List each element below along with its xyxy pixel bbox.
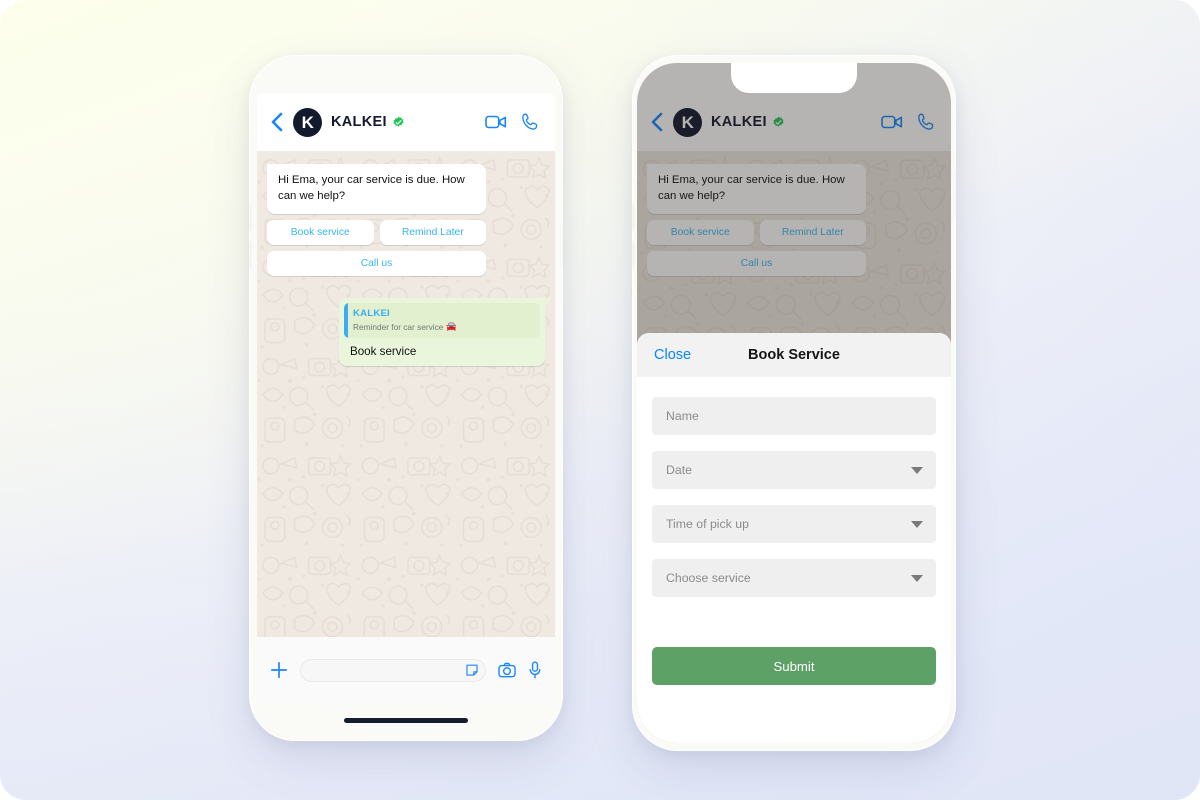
- quoted-message-text: Reminder for car service: [353, 321, 444, 332]
- outgoing-message-row: KALKEI Reminder for car service 🚘 Book s…: [267, 298, 552, 367]
- sticker-icon[interactable]: [465, 663, 479, 677]
- page-background: K KALKEI Hi Ema, your car service is due…: [0, 0, 1200, 800]
- submit-button-wrapper: Submit: [637, 647, 951, 743]
- name-field-placeholder: Name: [666, 409, 699, 423]
- phone-mockup-right: K KALKEI Hi Ema, your car service is due…: [632, 55, 956, 751]
- name-field[interactable]: Name: [652, 397, 936, 435]
- outgoing-message-text: Book service: [350, 345, 417, 359]
- avatar[interactable]: K: [293, 107, 322, 137]
- close-button[interactable]: Close: [654, 347, 691, 363]
- choose-service-placeholder: Choose service: [666, 571, 751, 585]
- message-column: Hi Ema, your car service is due. How can…: [267, 164, 486, 277]
- phone-left-volume-up-button[interactable]: [249, 205, 251, 231]
- phone-right-volume-down-button[interactable]: [632, 241, 634, 267]
- phone-right-power-button[interactable]: [954, 173, 956, 219]
- incoming-message-bubble: Hi Ema, your car service is due. How can…: [267, 164, 486, 215]
- date-field-placeholder: Date: [666, 463, 692, 477]
- chat-header-left: K KALKEI: [257, 93, 555, 152]
- phone-right-volume-up-button[interactable]: [632, 205, 634, 231]
- verified-badge-icon: [393, 116, 404, 127]
- phone-right-screen: K KALKEI Hi Ema, your car service is due…: [637, 63, 951, 743]
- quoted-message[interactable]: KALKEI Reminder for car service 🚘: [344, 303, 540, 339]
- phone-notch: [731, 63, 857, 93]
- chat-input-bar-left: [257, 637, 555, 703]
- submit-button[interactable]: Submit: [652, 647, 936, 685]
- time-of-pickup-field[interactable]: Time of pick up: [652, 505, 936, 543]
- quick-reply-row: Book service Remind Later: [267, 220, 486, 246]
- quick-reply-call-us[interactable]: Call us: [267, 251, 486, 277]
- time-of-pickup-placeholder: Time of pick up: [666, 517, 749, 531]
- choose-service-field[interactable]: Choose service: [652, 559, 936, 597]
- video-call-icon[interactable]: [485, 111, 507, 133]
- quick-reply-remind-later[interactable]: Remind Later: [379, 220, 486, 246]
- back-chevron-icon[interactable]: [269, 111, 285, 133]
- date-field[interactable]: Date: [652, 451, 936, 489]
- brand-name[interactable]: KALKEI: [331, 114, 387, 130]
- phone-left-screen: K KALKEI Hi Ema, your car service is due…: [257, 93, 555, 703]
- chat-body-left: Hi Ema, your car service is due. How can…: [257, 152, 555, 637]
- quick-reply-book-service[interactable]: Book service: [267, 220, 374, 246]
- chevron-down-icon: [911, 466, 923, 474]
- quoted-message-text-row: Reminder for car service 🚘: [353, 321, 533, 332]
- phone-left-volume-down-button[interactable]: [249, 241, 251, 267]
- avatar-letter: K: [301, 112, 314, 132]
- home-indicator-left: [344, 718, 468, 723]
- phone-call-icon[interactable]: [521, 112, 541, 132]
- phone-mockup-left: K KALKEI Hi Ema, your car service is due…: [249, 55, 563, 741]
- car-emoji-icon: 🚘: [446, 321, 457, 332]
- modal-header: Close Book Service: [637, 333, 951, 377]
- phone-left-power-button[interactable]: [561, 225, 563, 267]
- chevron-down-icon: [911, 520, 923, 528]
- camera-icon[interactable]: [498, 661, 516, 679]
- book-service-modal: Close Book Service Name Date Time of pic…: [637, 333, 951, 743]
- message-input[interactable]: [300, 658, 486, 682]
- microphone-icon[interactable]: [528, 661, 542, 679]
- chevron-down-icon: [911, 574, 923, 582]
- outgoing-message-bubble: KALKEI Reminder for car service 🚘 Book s…: [339, 298, 552, 367]
- plus-icon[interactable]: [270, 661, 288, 679]
- modal-body: Name Date Time of pick up Choose service: [637, 377, 951, 647]
- quoted-message-title: KALKEI: [353, 308, 390, 320]
